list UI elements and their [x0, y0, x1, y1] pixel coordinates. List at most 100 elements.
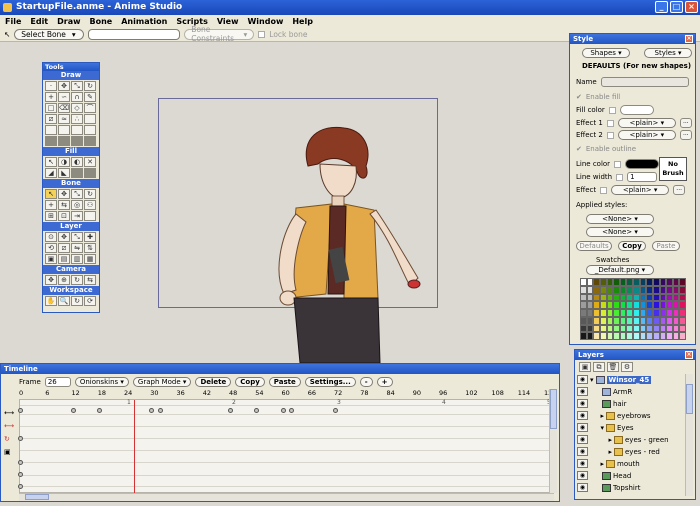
color-swatch[interactable] [599, 285, 607, 294]
eye-icon[interactable]: ◉ [577, 423, 588, 432]
eye-icon[interactable]: ◉ [577, 411, 588, 420]
color-swatch[interactable] [619, 301, 627, 309]
styles-button[interactable]: Styles ▾ [644, 48, 692, 58]
expand-icon[interactable]: ▸ [590, 412, 604, 420]
color-swatch[interactable] [646, 332, 653, 340]
blank-tool-1[interactable] [84, 114, 96, 124]
maximize-button[interactable]: □ [670, 1, 683, 13]
color-swatch[interactable] [599, 324, 607, 333]
applied-style-2-dropdown[interactable]: <None> ▾ [586, 227, 654, 237]
color-swatch[interactable] [606, 309, 614, 317]
color-swatch[interactable] [580, 285, 587, 294]
extra-tool-1[interactable] [45, 136, 57, 146]
color-swatch[interactable] [619, 332, 627, 340]
color-swatch[interactable] [599, 293, 607, 302]
rotate-bone-tool[interactable]: ↻ [84, 189, 96, 199]
effect1-dropdown[interactable]: <plain> ▾ [617, 118, 676, 128]
keyframe[interactable] [18, 472, 23, 477]
translate-layer-tool[interactable]: ✥ [58, 232, 70, 242]
eye-icon[interactable]: ◉ [577, 471, 588, 480]
color-swatch[interactable] [586, 293, 594, 302]
color-swatch[interactable] [639, 316, 647, 325]
color-swatch[interactable] [619, 324, 627, 333]
color-swatch[interactable] [586, 309, 594, 317]
color-swatch[interactable] [593, 332, 600, 340]
rotate-layer-xy-tool[interactable]: ⟲ [45, 243, 57, 253]
eye-icon[interactable]: ◉ [577, 375, 588, 384]
timeline-track[interactable] [20, 405, 553, 406]
menu-draw[interactable]: Draw [57, 17, 80, 26]
outline-check-icon[interactable]: ✔ [576, 145, 582, 153]
color-swatch[interactable] [646, 316, 653, 325]
layer-row-eyes-red[interactable]: ◉ ▸ eyes - red [577, 446, 685, 457]
bone-extra-tool[interactable] [84, 211, 96, 221]
eye-icon[interactable]: ◉ [577, 435, 588, 444]
color-swatch[interactable] [626, 316, 633, 325]
blank-tool-5[interactable] [84, 125, 96, 135]
timeline-track[interactable] [20, 462, 553, 463]
menu-help[interactable]: Help [292, 17, 313, 26]
color-swatch[interactable] [606, 316, 614, 325]
menu-file[interactable]: File [5, 17, 21, 26]
color-swatch[interactable] [672, 332, 680, 340]
color-swatch[interactable] [580, 278, 587, 286]
line-color-swatch[interactable] [625, 159, 660, 169]
paste-style-button[interactable]: Paste [652, 241, 680, 251]
line-width-tool[interactable]: ◢ [45, 168, 57, 178]
color-swatch[interactable] [672, 278, 680, 286]
noise-tool[interactable]: ≈ [58, 114, 70, 124]
manipulate-bones-tool[interactable]: ⚇ [84, 200, 96, 210]
color-swatch[interactable] [639, 332, 647, 340]
color-swatch[interactable] [586, 316, 594, 325]
color-swatch[interactable] [646, 293, 653, 302]
collapse-icon[interactable]: ▾ [590, 424, 604, 432]
bind-layer-tool[interactable]: ⊞ [45, 211, 57, 221]
layer-row-armr[interactable]: ◉ ArmR [577, 386, 685, 397]
translate-bone-tool[interactable]: ✥ [58, 189, 70, 199]
rotate-layer-z-tool[interactable]: ✚ [84, 232, 96, 242]
roll-camera-tool[interactable]: ↻ [71, 275, 83, 285]
color-swatch[interactable] [659, 309, 667, 317]
menu-bone[interactable]: Bone [90, 17, 113, 26]
color-swatch[interactable] [613, 324, 620, 333]
layer-tool-11[interactable]: ▥ [71, 254, 83, 264]
hide-edge-tool[interactable]: ◣ [58, 168, 70, 178]
color-swatch[interactable] [580, 309, 587, 317]
bone-constraints-dropdown[interactable]: Bone Constraints ▾ [184, 25, 255, 43]
color-swatch[interactable] [659, 324, 667, 333]
color-swatch[interactable] [652, 332, 660, 340]
color-swatch[interactable] [666, 324, 673, 333]
color-swatch[interactable] [613, 309, 620, 317]
color-swatch[interactable] [613, 278, 620, 286]
color-swatch[interactable] [599, 332, 607, 340]
timeline-vscroll-thumb[interactable] [550, 389, 557, 429]
color-swatch[interactable] [666, 278, 673, 286]
bind-points-tool[interactable]: ⊡ [58, 211, 70, 221]
effect1-checkbox[interactable] [606, 119, 614, 127]
color-swatch[interactable] [672, 301, 680, 309]
color-swatch[interactable] [646, 309, 653, 317]
menu-window[interactable]: Window [247, 17, 283, 26]
playhead[interactable] [133, 400, 135, 494]
eye-icon[interactable]: ◉ [577, 387, 588, 396]
effect-checkbox[interactable] [600, 186, 608, 194]
shear-layer-tool[interactable]: ⧄ [58, 243, 70, 253]
scale-points-tool[interactable]: ⤡ [71, 81, 83, 91]
color-swatch[interactable] [613, 293, 620, 302]
copy-keys-button[interactable]: Copy [235, 377, 265, 387]
color-swatch[interactable] [593, 278, 600, 286]
color-swatch[interactable] [659, 285, 667, 294]
layer-row-head[interactable]: ◉ Head [577, 470, 685, 481]
color-swatch[interactable] [652, 293, 660, 302]
layer-tool-12[interactable]: ▦ [84, 254, 96, 264]
line-color-checkbox[interactable] [614, 160, 622, 168]
keyframe[interactable] [289, 408, 295, 413]
color-swatch[interactable] [619, 293, 627, 302]
scale-bone-tool[interactable]: ⤡ [71, 189, 83, 199]
color-swatch[interactable] [586, 332, 594, 340]
eyedropper-tool[interactable] [84, 168, 96, 178]
color-swatch[interactable] [626, 324, 633, 333]
pan-workspace-tool[interactable]: ✋ [45, 296, 57, 306]
color-swatch[interactable] [652, 278, 660, 286]
graph-mode-dropdown[interactable]: Graph Mode ▾ [132, 377, 192, 387]
